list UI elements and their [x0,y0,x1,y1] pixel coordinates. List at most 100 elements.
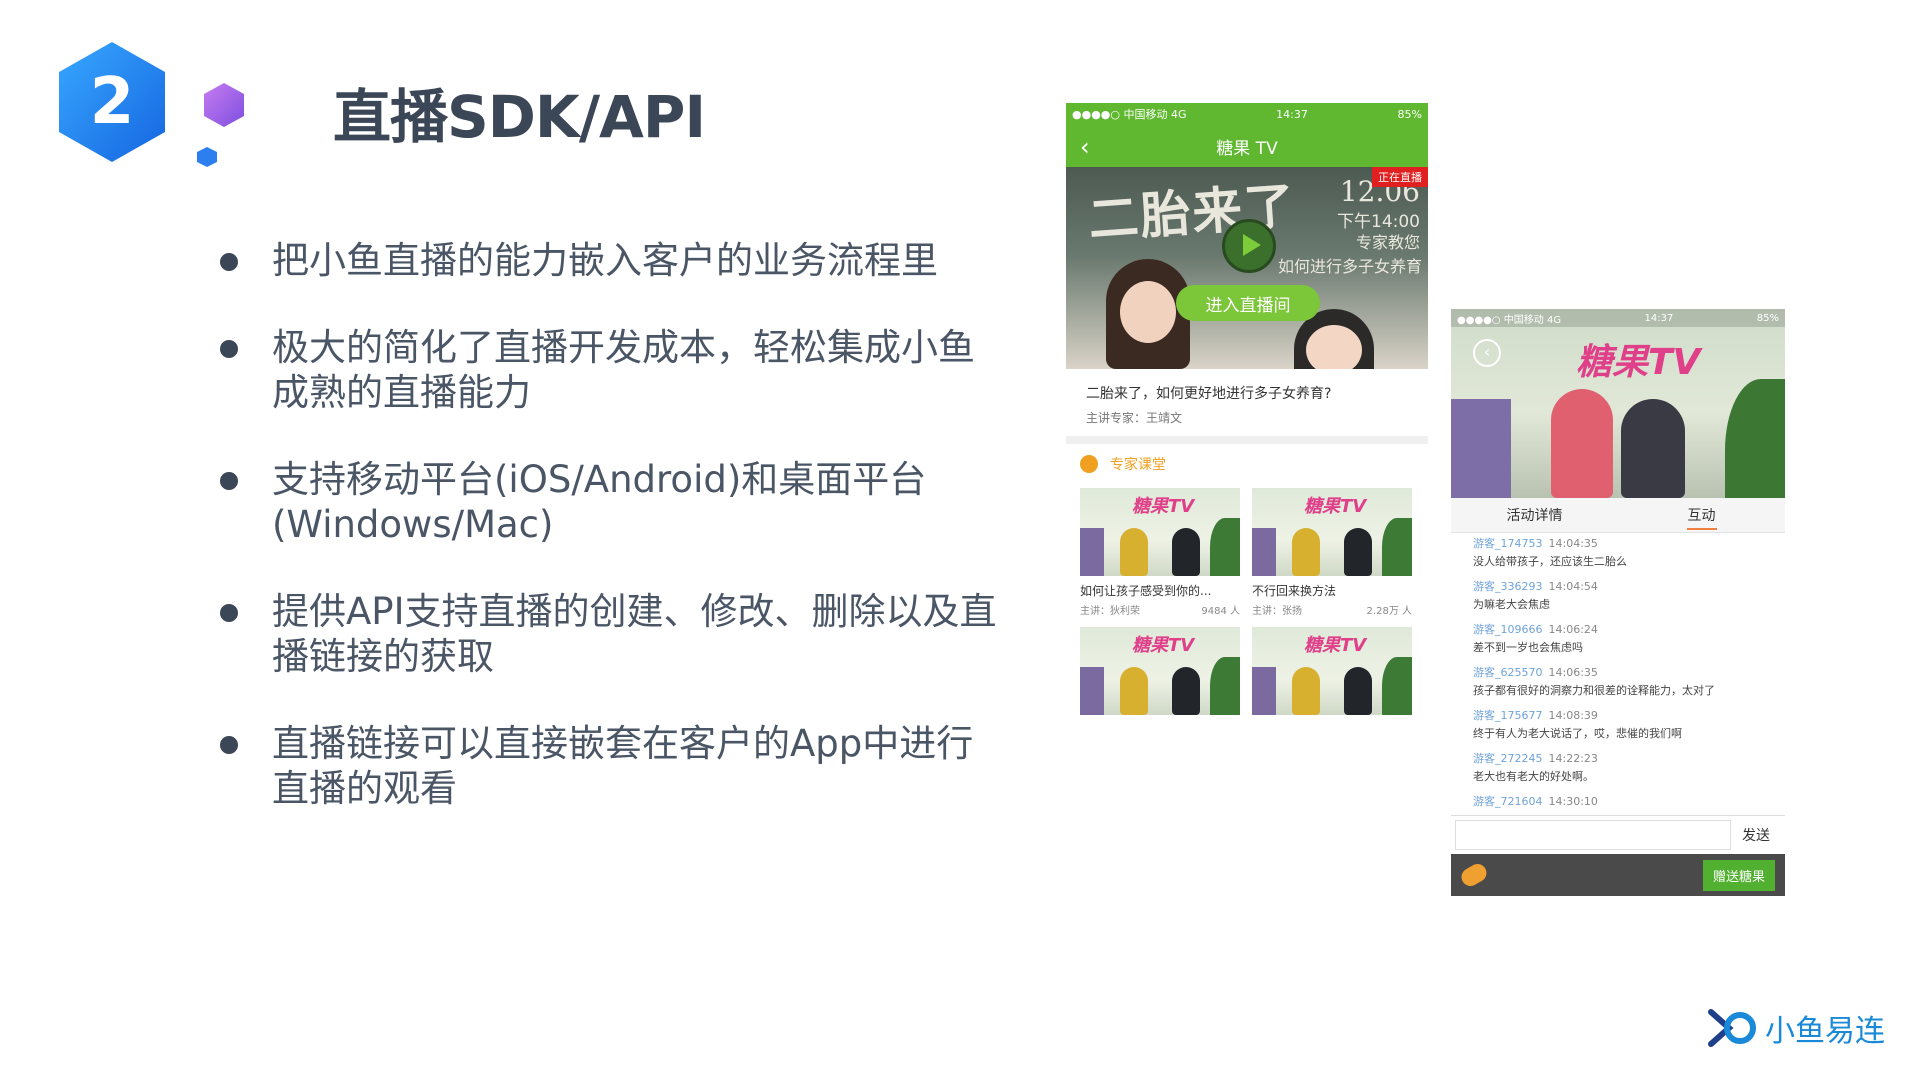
chat-user: 游客_721604 [1473,795,1543,808]
play-icon[interactable] [1222,219,1276,273]
course-host: 主讲：狄利荣 [1080,606,1140,617]
course-meta: 主讲：张扬 2.28万 人 [1252,602,1412,617]
thumb-logo: 糖果TV [1132,635,1195,656]
event-title: 二胎来了，如何更好地进行多子女养育? [1086,386,1332,402]
chat-time: 14:06:24 [1548,623,1598,636]
bullet-text: 直播链接可以直接嵌套在客户的App中进行直播的观看 [272,722,974,810]
bullet-item: 极大的简化了直播开发成本，轻松集成小鱼成熟的直播能力 [220,325,1000,415]
status-bar: ●●●●○ 中国移动 4G 14:37 85% [1066,103,1428,125]
app-title: 糖果 TV [1216,138,1278,159]
phone-screenshot-live-list: ●●●●○ 中国移动 4G 14:37 85% ‹ 糖果 TV 二胎来了 12.… [1066,103,1428,743]
chat-time: 14:08:39 [1548,709,1598,722]
send-candy-button[interactable]: 赠送糖果 [1702,859,1775,891]
bullet-dot-icon [220,472,238,490]
bullet-dot-icon [220,340,238,358]
course-views: 2.28万 人 [1366,606,1412,617]
chat-user: 游客_625570 [1473,666,1543,679]
candy-icon[interactable] [1458,860,1490,890]
phone-screenshot-live-room: ●●●●○ 中国移动 4G 14:37 85% 糖果TV ‹ 活动详情 互动 游… [1451,309,1785,903]
bullet-text: 支持移动平台(iOS/Android)和桌面平台(Windows/Mac) [272,458,927,546]
chat-text: 老大也有老大的好处啊。 [1473,770,1594,783]
chat-text: 差不到一岁也会焦虑吗 [1473,641,1583,654]
battery-label: 85% [1397,107,1422,121]
live-badge: 正在直播 [1372,167,1428,187]
chat-text: 为嘛老大会焦虑 [1473,598,1550,611]
decorative-small-hexagon-icon [197,147,217,167]
course-card[interactable]: 糖果TV 不行回来换方法 主讲：张扬 2.28万 人 [1252,488,1412,617]
slide-number-badge: 2 [55,40,169,164]
page-title: 直播SDK/API [333,83,706,151]
status-bar: ●●●●○ 中国移动 4G 14:37 85% [1451,309,1785,327]
banner-line1: 专家教您 [1355,233,1420,252]
chat-message: 游客_272245 14:22:23 老大也有老大的好处啊。 [1473,750,1763,784]
course-thumbnail: 糖果TV [1080,627,1240,715]
chat-input-bar: 发送 [1451,815,1785,854]
bullet-item: 提供API支持直播的创建、修改、删除以及直播链接的获取 [220,589,1000,679]
chat-text: 孩子都有很好的洞察力和很差的诠释能力，太对了 [1473,684,1715,697]
section-title: 专家课堂 [1110,457,1166,473]
chat-user: 游客_175677 [1473,709,1543,722]
course-views: 9484 人 [1201,606,1240,617]
bullet-item: 把小鱼直播的能力嵌入客户的业务流程里 [220,238,1000,283]
bullet-item: 支持移动平台(iOS/Android)和桌面平台(Windows/Mac) [220,457,1000,547]
course-card[interactable]: 糖果TV 如何让孩子感受到你的... 主讲：狄利荣 9484 人 [1080,488,1240,617]
tab-bar: 活动详情 互动 [1451,498,1785,533]
chat-time: 14:06:35 [1548,666,1598,679]
chat-user: 游客_174753 [1473,537,1543,550]
chat-message: 游客_336293 14:04:54 为嘛老大会焦虑 [1473,578,1763,612]
divider [1066,436,1428,444]
gift-bar: 赠送糖果 [1451,854,1785,896]
chat-message: 游客_109666 14:06:24 差不到一岁也会焦虑吗 [1473,621,1763,655]
video-logo: 糖果TV [1576,342,1701,383]
chat-user: 游客_336293 [1473,580,1543,593]
course-card[interactable]: 糖果TV [1080,627,1240,715]
chat-list[interactable]: 游客_174753 14:04:35 没人给带孩子，还应该生二胎么 游客_33629… [1451,533,1785,815]
carrier-label: ●●●●○ 中国移动 4G [1072,108,1187,121]
brand-name: 小鱼易连 [1765,1014,1885,1049]
course-card[interactable]: 糖果TV [1252,627,1412,715]
course-thumbnail: 糖果TV [1252,627,1412,715]
chat-time: 14:04:54 [1548,580,1598,593]
live-banner[interactable]: 二胎来了 12.06 下午14:00 专家教您 如何进行多子女养育 正在直播 进… [1066,167,1428,369]
brand-logo: 小鱼易连 [1707,1006,1885,1050]
chat-message: 游客_174753 14:04:35 没人给带孩子，还应该生二胎么 [1473,535,1763,569]
course-meta: 主讲：狄利荣 9484 人 [1080,602,1240,617]
clock-label: 14:37 [1644,312,1674,324]
chat-text: 没人给带孩子，还应该生二胎么 [1473,555,1627,568]
event-host: 主讲专家：王靖文 [1086,411,1183,425]
girl-photo [1106,259,1190,369]
xiaoyu-logo-icon [1708,1009,1756,1047]
app-nav-bar: ‹ 糖果 TV [1066,125,1428,167]
back-arrow-icon[interactable]: ‹ [1080,133,1090,161]
bullet-list: 把小鱼直播的能力嵌入客户的业务流程里 极大的简化了直播开发成本，轻松集成小鱼成熟… [220,238,1000,853]
thumb-logo: 糖果TV [1132,496,1195,517]
chat-message: 游客_625570 14:06:35 孩子都有很好的洞察力和很差的诠释能力，太对了 [1473,664,1763,698]
live-video-player[interactable]: ●●●●○ 中国移动 4G 14:37 85% 糖果TV ‹ [1451,309,1785,498]
send-button[interactable]: 发送 [1731,825,1781,845]
course-title: 如何让孩子感受到你的... [1080,584,1212,598]
tab-activity-details[interactable]: 活动详情 [1451,498,1618,532]
bullet-dot-icon [220,736,238,754]
back-arrow-icon[interactable]: ‹ [1473,339,1501,367]
chat-input[interactable] [1455,820,1731,850]
course-host: 主讲：张扬 [1252,606,1302,617]
clock-label: 14:37 [1276,107,1308,121]
course-thumbnail: 糖果TV [1080,488,1240,576]
thumb-logo: 糖果TV [1304,635,1367,656]
bullet-dot-icon [220,604,238,622]
chat-user: 游客_272245 [1473,752,1543,765]
bullet-text: 提供API支持直播的创建、修改、删除以及直播链接的获取 [272,590,997,678]
bullet-item: 直播链接可以直接嵌套在客户的App中进行直播的观看 [220,721,1000,811]
chat-message: 游客_721604 14:30:10 [1473,793,1763,809]
tab-interaction[interactable]: 互动 [1618,498,1785,532]
enter-live-button[interactable]: 进入直播间 [1176,285,1320,321]
course-title: 不行回来换方法 [1252,584,1337,598]
chat-time: 14:04:35 [1548,537,1598,550]
bullet-text: 极大的简化了直播开发成本，轻松集成小鱼成熟的直播能力 [272,326,975,414]
chat-text: 终于有人为老大说话了，哎，悲催的我们啊 [1473,727,1682,740]
decorative-hexagon-icon [204,83,244,127]
section-header: 专家课堂 [1066,444,1428,484]
course-grid: 糖果TV 如何让孩子感受到你的... 主讲：狄利荣 9484 人 糖果TV 不行回… [1066,484,1428,715]
carrier-label: ●●●●○ 中国移动 4G [1457,314,1562,326]
banner-line2: 如何进行多子女养育 [1277,257,1422,276]
